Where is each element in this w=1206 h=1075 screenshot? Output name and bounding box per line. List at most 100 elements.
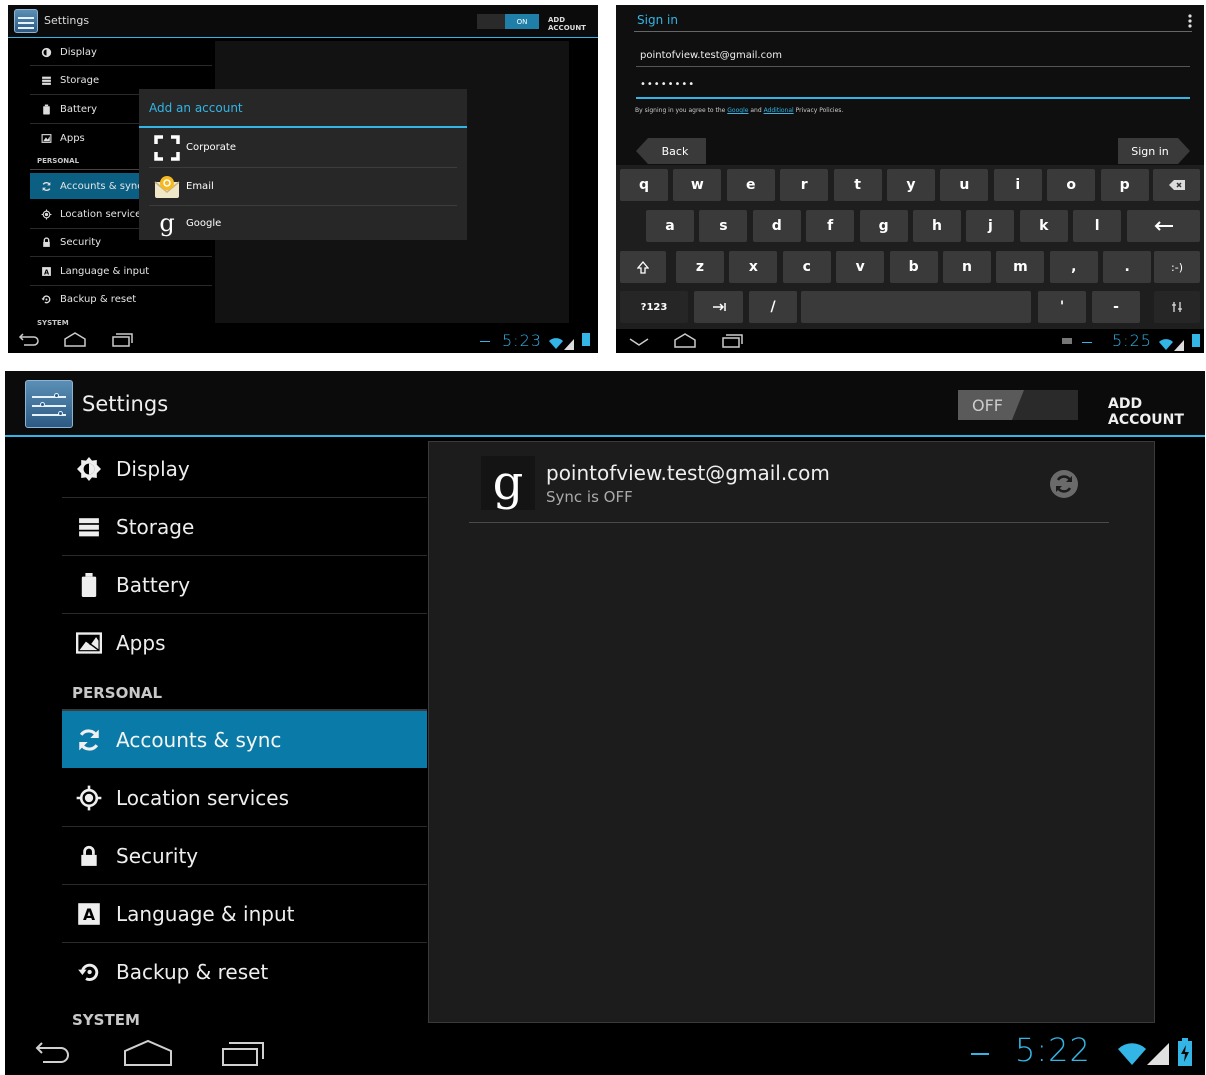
battery-icon bbox=[74, 573, 104, 597]
key-row1-1[interactable]: w bbox=[673, 169, 722, 201]
apps-icon bbox=[74, 631, 104, 655]
system-nav-bar: 5:25 bbox=[616, 329, 1204, 353]
key-row1-9[interactable]: p bbox=[1100, 169, 1149, 201]
settings-app-icon[interactable] bbox=[25, 380, 73, 428]
add-account-button[interactable]: ADD ACCOUNT bbox=[548, 16, 598, 32]
additional-policy-link[interactable]: Additional bbox=[764, 107, 794, 114]
key-row3-6[interactable]: m bbox=[996, 251, 1045, 283]
menu-item-language[interactable]: A Language & input bbox=[30, 261, 212, 281]
dialog-item-label: Google bbox=[186, 217, 222, 229]
home-icon[interactable] bbox=[64, 332, 86, 352]
toggle-on-label: ON bbox=[505, 14, 539, 29]
overflow-menu-icon[interactable] bbox=[1188, 13, 1192, 28]
password-field[interactable]: •••••••• bbox=[640, 79, 695, 90]
menu-label: Display bbox=[60, 46, 97, 58]
sign-in-screenshot: Sign in pointofview.test@gmail.com •••••… bbox=[616, 5, 1204, 353]
hide-keyboard-icon[interactable] bbox=[628, 333, 650, 353]
key-row3-8[interactable]: . bbox=[1103, 251, 1152, 283]
storage-icon bbox=[74, 516, 104, 538]
email-field[interactable]: pointofview.test@gmail.com bbox=[640, 50, 782, 61]
dash-key[interactable]: - bbox=[1092, 291, 1140, 323]
menu-item-storage[interactable]: Storage bbox=[62, 499, 427, 555]
google-policy-link[interactable]: Google bbox=[727, 107, 748, 114]
menu-item-display[interactable]: Display bbox=[30, 42, 212, 62]
menu-item-security[interactable]: Security bbox=[62, 828, 427, 884]
key-row1-7[interactable]: i bbox=[993, 169, 1042, 201]
menu-item-backup[interactable]: Backup & reset bbox=[30, 289, 212, 309]
key-row3-7[interactable]: , bbox=[1049, 251, 1098, 283]
recent-apps-icon[interactable] bbox=[221, 1039, 265, 1071]
account-row[interactable]: g pointofview.test@gmail.com Sync is OFF bbox=[469, 442, 1109, 522]
enter-key[interactable] bbox=[1127, 210, 1200, 242]
numbers-key[interactable]: ?123 bbox=[620, 291, 688, 323]
back-icon[interactable] bbox=[18, 332, 40, 352]
key-row1-5[interactable]: y bbox=[887, 169, 935, 201]
menu-item-language[interactable]: A Language & input bbox=[62, 886, 427, 942]
menu-label: Security bbox=[116, 844, 199, 868]
key-row3-1[interactable]: x bbox=[729, 251, 778, 283]
key-row3-0[interactable]: z bbox=[676, 251, 724, 283]
apostrophe-key[interactable]: ' bbox=[1038, 291, 1086, 323]
menu-label: Accounts & sync bbox=[116, 727, 282, 752]
signal-icon bbox=[564, 335, 574, 353]
menu-item-location[interactable]: Location services bbox=[62, 770, 427, 826]
key-row3-5[interactable]: n bbox=[943, 251, 991, 283]
master-sync-toggle[interactable]: OFF bbox=[958, 390, 1078, 420]
recent-apps-icon[interactable] bbox=[722, 333, 744, 353]
home-icon[interactable] bbox=[123, 1039, 173, 1071]
menu-item-storage[interactable]: Storage bbox=[30, 70, 212, 90]
key-row3-3[interactable]: v bbox=[836, 251, 885, 283]
menu-item-backup[interactable]: Backup & reset bbox=[62, 944, 427, 1000]
key-row3-4[interactable]: b bbox=[889, 251, 938, 283]
settings-app-icon[interactable] bbox=[14, 9, 38, 33]
tab-key[interactable] bbox=[694, 291, 743, 323]
master-sync-toggle[interactable]: ON bbox=[477, 14, 539, 29]
key-row2-1[interactable]: s bbox=[699, 210, 748, 242]
dialog-item-corporate[interactable]: Corporate bbox=[139, 129, 467, 166]
shift-key[interactable] bbox=[620, 251, 666, 283]
apps-icon bbox=[38, 133, 54, 144]
dialog-item-google[interactable]: g Google bbox=[139, 206, 467, 240]
menu-item-apps[interactable]: Apps bbox=[62, 615, 427, 671]
menu-item-battery[interactable]: Battery bbox=[62, 557, 427, 613]
key-row2-4[interactable]: g bbox=[859, 210, 908, 242]
key-row1-8[interactable]: o bbox=[1047, 169, 1096, 201]
back-button[interactable]: Back bbox=[636, 138, 706, 164]
key-row1-3[interactable]: r bbox=[780, 169, 829, 201]
key-row2-2[interactable]: d bbox=[752, 210, 801, 242]
lock-icon bbox=[38, 236, 54, 248]
smiley-key[interactable]: :-) bbox=[1154, 251, 1200, 283]
key-row3-2[interactable]: c bbox=[782, 251, 831, 283]
sign-in-button[interactable]: Sign in bbox=[1118, 138, 1190, 164]
home-icon[interactable] bbox=[674, 333, 696, 353]
key-row1-0[interactable]: q bbox=[620, 169, 668, 201]
key-row2-6[interactable]: j bbox=[966, 210, 1015, 242]
battery-charging-icon bbox=[582, 333, 590, 346]
back-icon[interactable] bbox=[33, 1041, 73, 1069]
key-row2-3[interactable]: f bbox=[806, 210, 855, 242]
settings-key[interactable] bbox=[1154, 291, 1200, 323]
backup-icon bbox=[38, 294, 54, 305]
slash-key[interactable]: / bbox=[749, 291, 797, 323]
action-bar: Settings OFF ADD ACCOUNT bbox=[5, 371, 1205, 437]
space-key[interactable] bbox=[801, 291, 1031, 323]
backspace-key[interactable] bbox=[1153, 169, 1200, 201]
key-row2-7[interactable]: k bbox=[1019, 210, 1068, 242]
menu-label: Battery bbox=[116, 573, 191, 597]
key-row2-5[interactable]: h bbox=[913, 210, 961, 242]
menu-label: Battery bbox=[60, 103, 98, 115]
key-row2-0[interactable]: a bbox=[646, 210, 694, 242]
menu-item-display[interactable]: Display bbox=[62, 441, 427, 497]
dialog-item-email[interactable]: Email bbox=[139, 168, 467, 205]
menu-item-accounts-sync[interactable]: Accounts & sync bbox=[62, 711, 427, 768]
recent-apps-icon[interactable] bbox=[112, 332, 134, 352]
menu-label: Apps bbox=[60, 132, 85, 144]
svg-text:A: A bbox=[83, 906, 95, 924]
key-row1-6[interactable]: u bbox=[940, 169, 989, 201]
action-bar: Settings ON ADD ACCOUNT bbox=[8, 5, 598, 38]
key-row1-2[interactable]: e bbox=[726, 169, 775, 201]
key-row2-8[interactable]: l bbox=[1073, 210, 1122, 242]
add-account-button[interactable]: ADD ACCOUNT bbox=[1108, 396, 1205, 428]
key-row1-4[interactable]: t bbox=[833, 169, 882, 201]
page-title: Settings bbox=[44, 14, 90, 27]
